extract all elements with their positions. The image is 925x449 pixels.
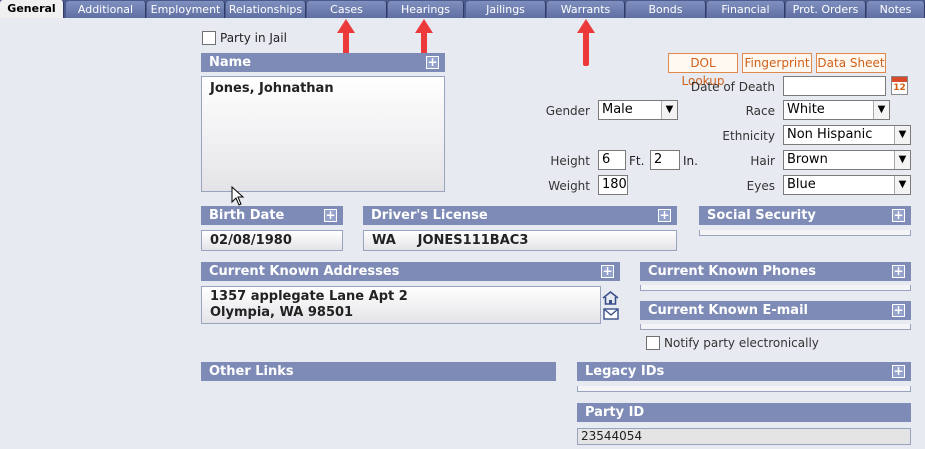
calendar-icon[interactable]: 12 (891, 76, 908, 95)
addresses-panel-header: Current Known Addresses + (201, 262, 620, 281)
tab-employment[interactable]: Employment (147, 1, 225, 18)
add-drivers-license-icon[interactable]: + (658, 209, 671, 222)
chevron-down-icon: ▼ (661, 101, 677, 119)
party-id-value: 23544054 (577, 428, 911, 445)
party-in-jail-checkbox[interactable] (202, 31, 216, 45)
legacy-ids-title: Legacy IDs (585, 364, 665, 379)
add-birth-date-icon[interactable]: + (324, 209, 337, 222)
height-label: Height (550, 154, 590, 168)
birth-date-value: 02/08/1980 (210, 233, 292, 248)
license-number: JONES111BAC3 (417, 233, 529, 248)
party-in-jail-label: Party in Jail (220, 31, 287, 45)
legacy-ids-box (577, 386, 911, 392)
address-line1: 1357 applegate Lane Apt 2 (210, 289, 408, 304)
hair-value: Brown (787, 152, 828, 167)
tab-hearings[interactable]: Hearings (388, 1, 464, 18)
email-panel-header: Current Known E-mail + (640, 301, 911, 320)
drivers-license-box: WA JONES111BAC3 (363, 230, 677, 251)
add-email-icon[interactable]: + (892, 304, 905, 317)
weight-label: Weight (548, 179, 590, 193)
weight-input[interactable]: 180 (598, 175, 628, 195)
eyes-label: Eyes (746, 179, 775, 193)
notify-label: Notify party electronically (664, 336, 819, 350)
phones-title: Current Known Phones (648, 264, 817, 279)
hair-select[interactable]: Brown ▼ (783, 150, 911, 170)
mouse-cursor-icon (231, 186, 245, 206)
other-links-title: Other Links (209, 364, 294, 379)
chevron-down-icon: ▼ (873, 101, 889, 119)
dol-lookup-button[interactable]: DOL Lookup (668, 53, 738, 88)
other-links-panel-header: Other Links (201, 362, 556, 381)
ethnicity-value: Non Hispanic (787, 127, 873, 142)
chevron-down-icon: ▼ (894, 176, 910, 194)
hair-label: Hair (750, 154, 775, 168)
race-select[interactable]: White ▼ (783, 100, 890, 120)
name-panel-header: Name + (201, 53, 445, 72)
date-of-death-input[interactable] (783, 76, 886, 96)
notify-checkbox[interactable] (646, 336, 660, 350)
email-title: Current Known E-mail (648, 303, 808, 318)
race-value: White (787, 102, 825, 117)
tab-warrants[interactable]: Warrants (547, 1, 625, 18)
addresses-title: Current Known Addresses (209, 264, 400, 279)
chevron-down-icon: ▼ (894, 126, 910, 144)
email-box (640, 324, 911, 330)
ethnicity-select[interactable]: Non Hispanic ▼ (783, 125, 911, 145)
add-address-icon[interactable]: + (601, 265, 614, 278)
party-id-panel-header: Party ID (577, 403, 911, 422)
social-security-box (699, 230, 911, 236)
birth-date-box: 02/08/1980 (201, 230, 343, 251)
chevron-down-icon: ▼ (894, 151, 910, 169)
birth-date-panel-header: Birth Date + (201, 206, 343, 225)
inches-unit: In. (683, 154, 698, 168)
gender-select[interactable]: Male ▼ (598, 100, 678, 120)
phones-panel-header: Current Known Phones + (640, 262, 911, 281)
height-inches-input[interactable]: 2 (650, 150, 680, 170)
drivers-license-title: Driver's License (371, 208, 488, 223)
address-box: 1357 applegate Lane Apt 2 Olympia, WA 98… (201, 286, 601, 324)
birth-date-title: Birth Date (209, 208, 285, 223)
gender-value: Male (602, 102, 633, 117)
social-security-panel-header: Social Security + (699, 206, 911, 225)
drivers-license-panel-header: Driver's License + (363, 206, 677, 225)
tab-financial[interactable]: Financial (707, 1, 785, 18)
tab-bonds[interactable]: Bonds (626, 1, 706, 18)
tab-cases[interactable]: Cases (307, 1, 387, 18)
tab-additional[interactable]: Additional (66, 1, 146, 18)
party-id-title: Party ID (585, 405, 645, 420)
tab-notes[interactable]: Notes (867, 1, 925, 18)
name-panel-title: Name (209, 55, 252, 70)
phones-box (640, 285, 911, 291)
eyes-value: Blue (787, 177, 816, 192)
eyes-select[interactable]: Blue ▼ (783, 175, 911, 195)
tab-jailings[interactable]: Jailings (466, 1, 546, 18)
address-line2: Olympia, WA 98501 (210, 305, 354, 320)
legacy-ids-panel-header: Legacy IDs + (577, 362, 911, 381)
license-state: WA (372, 233, 396, 248)
ethnicity-label: Ethnicity (722, 129, 775, 143)
party-name: Jones, Johnathan (210, 81, 334, 96)
mail-icon[interactable] (603, 308, 619, 320)
tab-prot-orders[interactable]: Prot. Orders (786, 1, 866, 18)
tab-general[interactable]: General (0, 0, 64, 18)
gender-label: Gender (545, 104, 590, 118)
data-sheet-button[interactable]: Data Sheet (816, 53, 886, 73)
fingerprint-button[interactable]: Fingerprint (742, 53, 812, 73)
race-label: Race (745, 104, 775, 118)
home-icon[interactable] (602, 291, 619, 305)
feet-unit: Ft. (629, 154, 645, 168)
date-of-death-label: Date of Death (690, 80, 775, 94)
calendar-day: 12 (893, 83, 906, 93)
add-phone-icon[interactable]: + (892, 265, 905, 278)
name-box: Jones, Johnathan (201, 76, 445, 192)
add-name-icon[interactable]: + (426, 56, 439, 69)
tab-bar: General Additional Employment Relationsh… (0, 0, 925, 18)
height-feet-input[interactable]: 6 (598, 150, 626, 170)
social-security-title: Social Security (707, 208, 816, 223)
tab-relationships[interactable]: Relationships (226, 1, 306, 18)
add-legacy-id-icon[interactable]: + (892, 365, 905, 378)
add-social-security-icon[interactable]: + (892, 209, 905, 222)
